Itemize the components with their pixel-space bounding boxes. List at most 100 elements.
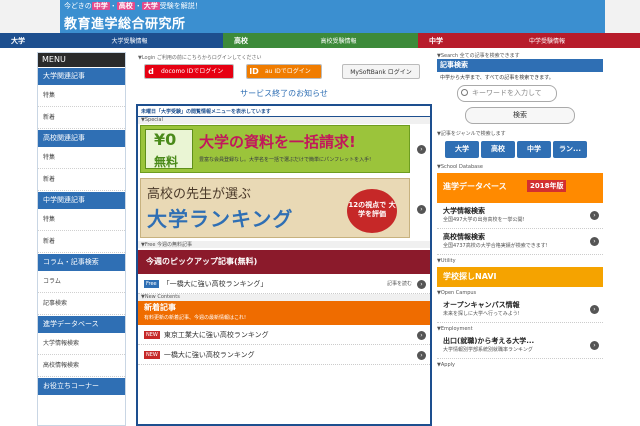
sidebar-item-column[interactable]: コラム — [38, 271, 125, 293]
ranking-circle: 12の視点で 大学を評価 — [347, 189, 397, 233]
category-key: 中学 — [429, 36, 443, 45]
open-campus-sub: 未来を探しに大学へ行ってみよう! — [443, 311, 520, 317]
employment-title: 出口(就職)から考える大学... — [443, 337, 535, 345]
new-contents-label: ▼New Contents — [138, 294, 430, 301]
au-login-button[interactable]: ID au IDでログイン — [246, 64, 322, 79]
open-campus-label: ▼Open Campus — [437, 290, 477, 296]
sidebar-item-hs-new[interactable]: 新着 — [38, 169, 125, 191]
tagline-dot: ・ — [134, 2, 142, 10]
genre-jh-button[interactable]: 中学 — [517, 141, 551, 158]
db-title: 進学データベース — [443, 182, 507, 191]
chevron-right-icon[interactable]: › — [417, 205, 426, 214]
univ-search-row[interactable]: 大学情報検索 全国497大学の出身高校を一挙公開! › — [437, 203, 603, 229]
news-heading: 新着記事 有料更新の新着記事、今週の最新情報はこれ! — [138, 301, 430, 325]
ranking-banner[interactable]: 高校の先生が選ぶ 大学ランキング 12の視点で 大学を評価 — [140, 178, 410, 238]
right-column: ▼Search 全ての記事を検索できます 記事検索 中学から大学まで、すべての記… — [437, 52, 603, 426]
tagline-text: 今どきの — [64, 2, 92, 10]
au-id-icon: ID — [247, 65, 261, 78]
free-label: ▼Free 今週の無料記事 — [138, 241, 430, 248]
sidebar-section-univ[interactable]: 大学関連記事 — [38, 68, 125, 85]
news-item[interactable]: NEW 一橋大に強い高校ランキング › — [138, 345, 430, 365]
pickup-article-title: 「一橋大に強い高校ランキング」 — [162, 280, 268, 288]
pickup-article[interactable]: Free 「一橋大に強い高校ランキング」 記事を読む › — [138, 274, 430, 294]
free-muryo: 無料 — [154, 155, 179, 169]
hs-search-sub: 全国4737高校の大学合格実績が検索できます! — [443, 243, 548, 249]
news-item[interactable]: NEW 東京工業大に強い高校ランキング › — [138, 325, 430, 345]
catalog-headline: 大学の資料を一括請求! — [199, 133, 356, 151]
genre-univ-button[interactable]: 大学 — [445, 141, 479, 158]
genre-label: ▼記事をジャンルで検索します — [437, 131, 506, 137]
chevron-right-icon[interactable]: › — [417, 280, 426, 289]
search-label: ▼Search 全ての記事を検索できます — [437, 53, 520, 59]
search-button[interactable]: 検索 — [465, 107, 575, 124]
frame-title: 未曜日「大学受験」の閲覧情報メニューを表示しています — [138, 106, 430, 117]
sidebar-section-hs[interactable]: 高校関連記事 — [38, 130, 125, 147]
sidebar-section-database[interactable]: 進学データベース — [38, 316, 125, 333]
sidebar-item-univ-feature[interactable]: 特集 — [38, 85, 125, 107]
top-banner: 今どきの 中学・高校・大学 受験を解説！ 教育進学総合研究所 — [0, 0, 640, 33]
search-row: キーワードを入力して — [437, 83, 603, 105]
univ-search-sub: 全国497大学の出身高校を一挙公開! — [443, 217, 525, 223]
special-banner-1-wrap: ¥0 無料 大学の資料を一括請求! 豊富な会員登録なし。大学名を一括で選ぶだけで… — [138, 125, 430, 175]
open-campus-row[interactable]: オープンキャンパス情報 未来を探しに大学へ行ってみよう! › — [437, 297, 603, 323]
content-frame: 未曜日「大学受験」の閲覧情報メニューを表示しています ▼Special ¥0 無… — [136, 104, 432, 426]
sidebar-item-jh-feature[interactable]: 特集 — [38, 209, 125, 231]
sidebar-section-jh[interactable]: 中学関連記事 — [38, 192, 125, 209]
tagline: 今どきの 中学・高校・大学 受験を解説！ — [64, 1, 202, 11]
employment-row[interactable]: 出口(就職)から考える大学... 大学情報別学部系統別就職率ランキング › — [437, 333, 603, 359]
hs-search-row[interactable]: 高校情報検索 全国4737高校の大学合格実績が検索できます! › — [437, 229, 603, 255]
sidebar-item-hs-search[interactable]: 高校情報検索 — [38, 355, 125, 377]
genre-hs-button[interactable]: 高校 — [481, 141, 515, 158]
catalog-request-banner[interactable]: ¥0 無料 大学の資料を一括請求! 豊富な会員登録なし。大学名を一括で選ぶだけで… — [140, 125, 410, 173]
school-navi-banner[interactable]: 学校探しNAVI — [437, 267, 603, 287]
category-bar: 大学 大学受験情報 高校 高校受験情報 中学 中学受験情報 — [0, 33, 640, 48]
docomo-login-label: docomo IDでログイン — [157, 65, 233, 78]
chevron-right-icon[interactable]: › — [417, 331, 426, 340]
database-banner[interactable]: 進学データベース 2018年版 — [437, 173, 603, 203]
search-icon — [461, 89, 468, 96]
read-more-link[interactable]: 記事を読む — [387, 274, 412, 293]
news-sub: 有料更新の新着記事、今週の最新情報はこれ! — [144, 315, 247, 321]
news-item-title: 一橋大に強い高校ランキング — [163, 351, 255, 359]
chevron-right-icon[interactable]: › — [417, 145, 426, 154]
chevron-right-icon[interactable]: › — [590, 305, 599, 314]
softbank-login-button[interactable]: MySoftBank ログイン — [342, 64, 420, 79]
sidebar-section-useful[interactable]: お役立ちコーナー — [38, 378, 125, 395]
au-login-label: au IDでログイン — [261, 65, 321, 78]
category-sub: 大学受験情報 — [111, 38, 148, 45]
sidebar-item-hs-feature[interactable]: 特集 — [38, 147, 125, 169]
sidebar-item-univ-search[interactable]: 大学情報検索 — [38, 333, 125, 355]
site-title-link[interactable]: 教育進学総合研究所 — [64, 13, 186, 32]
free-yen: ¥0 — [154, 130, 177, 149]
tagline-univ: 大学 — [141, 2, 160, 10]
utility-label: ▼Utility — [437, 258, 456, 264]
category-key: 高校 — [234, 36, 248, 45]
sidebar-item-univ-new[interactable]: 新着 — [38, 107, 125, 129]
special-banner-2-wrap: 高校の先生が選ぶ 大学ランキング 12の視点で 大学を評価 › — [138, 178, 430, 241]
search-heading: 記事検索 — [437, 59, 603, 72]
sidebar-section-column[interactable]: コラム・記事検索 — [38, 254, 125, 271]
docomo-icon: d — [145, 65, 157, 78]
sidebar-menu: MENU 大学関連記事 特集 新着 高校関連記事 特集 新着 中学関連記事 特集… — [37, 52, 126, 426]
service-end-notice-link[interactable]: サービス終了のお知らせ — [136, 88, 432, 99]
open-campus-title: オープンキャンパス情報 — [443, 301, 520, 309]
category-hs[interactable]: 高校 高校受験情報 — [223, 33, 418, 48]
docomo-login-button[interactable]: d docomo IDでログイン — [144, 64, 234, 79]
category-jh[interactable]: 中学 中学受験情報 — [418, 33, 640, 48]
chevron-right-icon[interactable]: › — [590, 341, 599, 350]
sidebar-item-jh-new[interactable]: 新着 — [38, 231, 125, 253]
sidebar-item-article-search[interactable]: 記事検索 — [38, 293, 125, 315]
chevron-right-icon[interactable]: › — [417, 351, 426, 360]
search-input[interactable]: キーワードを入力して — [457, 85, 557, 102]
catalog-sub: 豊富な会員登録なし。大学名を一括で選ぶだけで簡単にパンフレットを入手! — [199, 157, 372, 163]
ranking-line2: 大学ランキング — [147, 207, 294, 231]
genre-buttons: 大学 高校 中学 ラン... — [437, 141, 603, 158]
menu-heading: MENU — [38, 53, 125, 67]
chevron-right-icon[interactable]: › — [590, 237, 599, 246]
category-univ[interactable]: 大学 大学受験情報 — [0, 33, 223, 48]
pickup-heading: 今週のピックアップ記事(無料) — [138, 250, 430, 274]
genre-ranking-button[interactable]: ラン... — [553, 141, 587, 158]
news-item-title: 東京工業大に強い高校ランキング — [163, 331, 269, 339]
tagline-hs: 高校 — [116, 2, 135, 10]
chevron-right-icon[interactable]: › — [590, 211, 599, 220]
